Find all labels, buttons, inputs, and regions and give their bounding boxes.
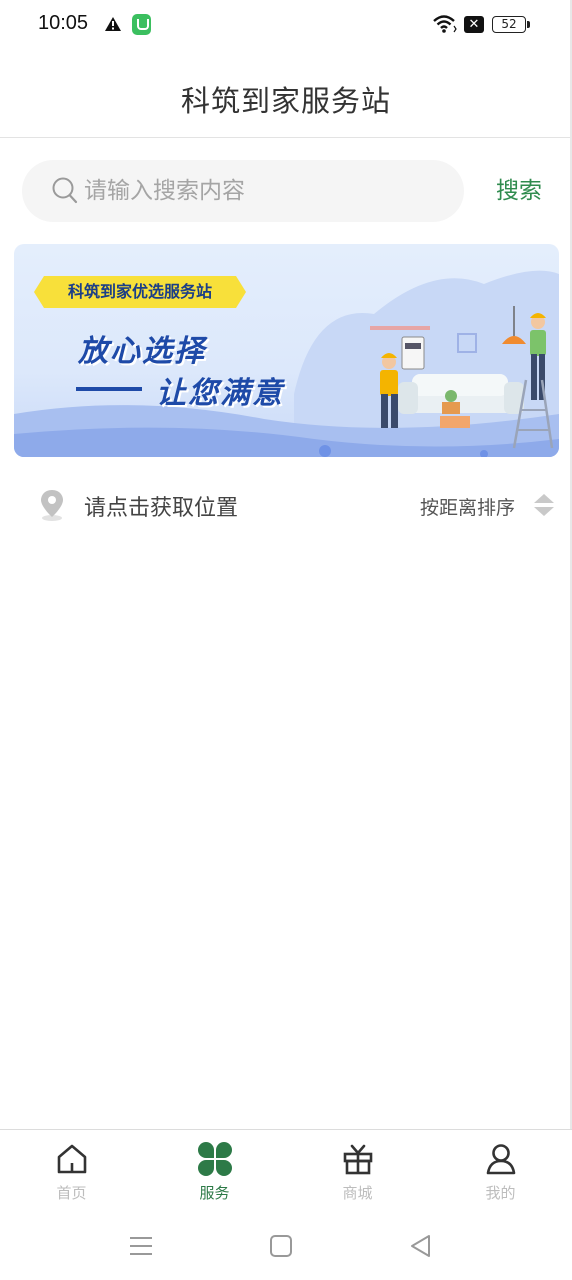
page-title: 科筑到家服务站: [180, 84, 391, 118]
promo-banner[interactable]: 科筑到家优选服务站 放心选择 让您满意: [14, 244, 559, 457]
banner-subline: 让您满意: [156, 376, 284, 411]
sort-arrows-icon[interactable]: [532, 492, 556, 522]
status-time: 10:05: [38, 12, 89, 34]
search-input[interactable]: [84, 160, 444, 222]
home-square-icon[interactable]: [266, 1231, 296, 1261]
status-bar: 10:05 ✕ 52: [0, 0, 572, 52]
menu-icon[interactable]: [126, 1231, 156, 1261]
clover-icon: [198, 1142, 232, 1176]
gift-icon: [343, 1144, 373, 1175]
tab-profile[interactable]: 我的: [429, 1130, 572, 1212]
app-notification-icon: [132, 14, 151, 35]
location-pin-icon[interactable]: [38, 488, 66, 526]
tab-service[interactable]: 服务: [143, 1130, 286, 1212]
close-box-icon: ✕: [464, 16, 484, 33]
location-row: 请点击获取位置 按距离排序: [0, 478, 572, 534]
search-icon: [52, 177, 78, 209]
warning-icon: [104, 16, 122, 36]
search-bar: [22, 160, 464, 222]
system-nav-bar: [0, 1211, 572, 1280]
tab-home[interactable]: 首页: [0, 1130, 143, 1212]
banner-headline: 放心选择: [78, 334, 206, 369]
bottom-tab-bar: 首页 服务 商城 我的: [0, 1129, 572, 1211]
tab-label: 首页: [56, 1184, 87, 1202]
tab-mall[interactable]: 商城: [286, 1130, 429, 1212]
wifi-icon: [432, 14, 458, 38]
sort-by-distance-label[interactable]: 按距离排序: [420, 493, 515, 520]
battery-icon: 52: [492, 16, 530, 33]
search-button[interactable]: 搜索: [486, 172, 552, 210]
get-location-link[interactable]: 请点击获取位置: [84, 490, 238, 522]
user-icon: [486, 1144, 516, 1175]
banner-tag: 科筑到家优选服务站: [33, 276, 247, 308]
back-triangle-icon[interactable]: [406, 1231, 436, 1261]
banner-dash: [76, 387, 142, 391]
home-icon: [57, 1144, 87, 1174]
tab-label: 我的: [485, 1184, 516, 1202]
tab-label: 服务: [199, 1184, 230, 1202]
app-header: 科筑到家服务站: [0, 52, 572, 138]
tab-label: 商城: [342, 1184, 373, 1202]
